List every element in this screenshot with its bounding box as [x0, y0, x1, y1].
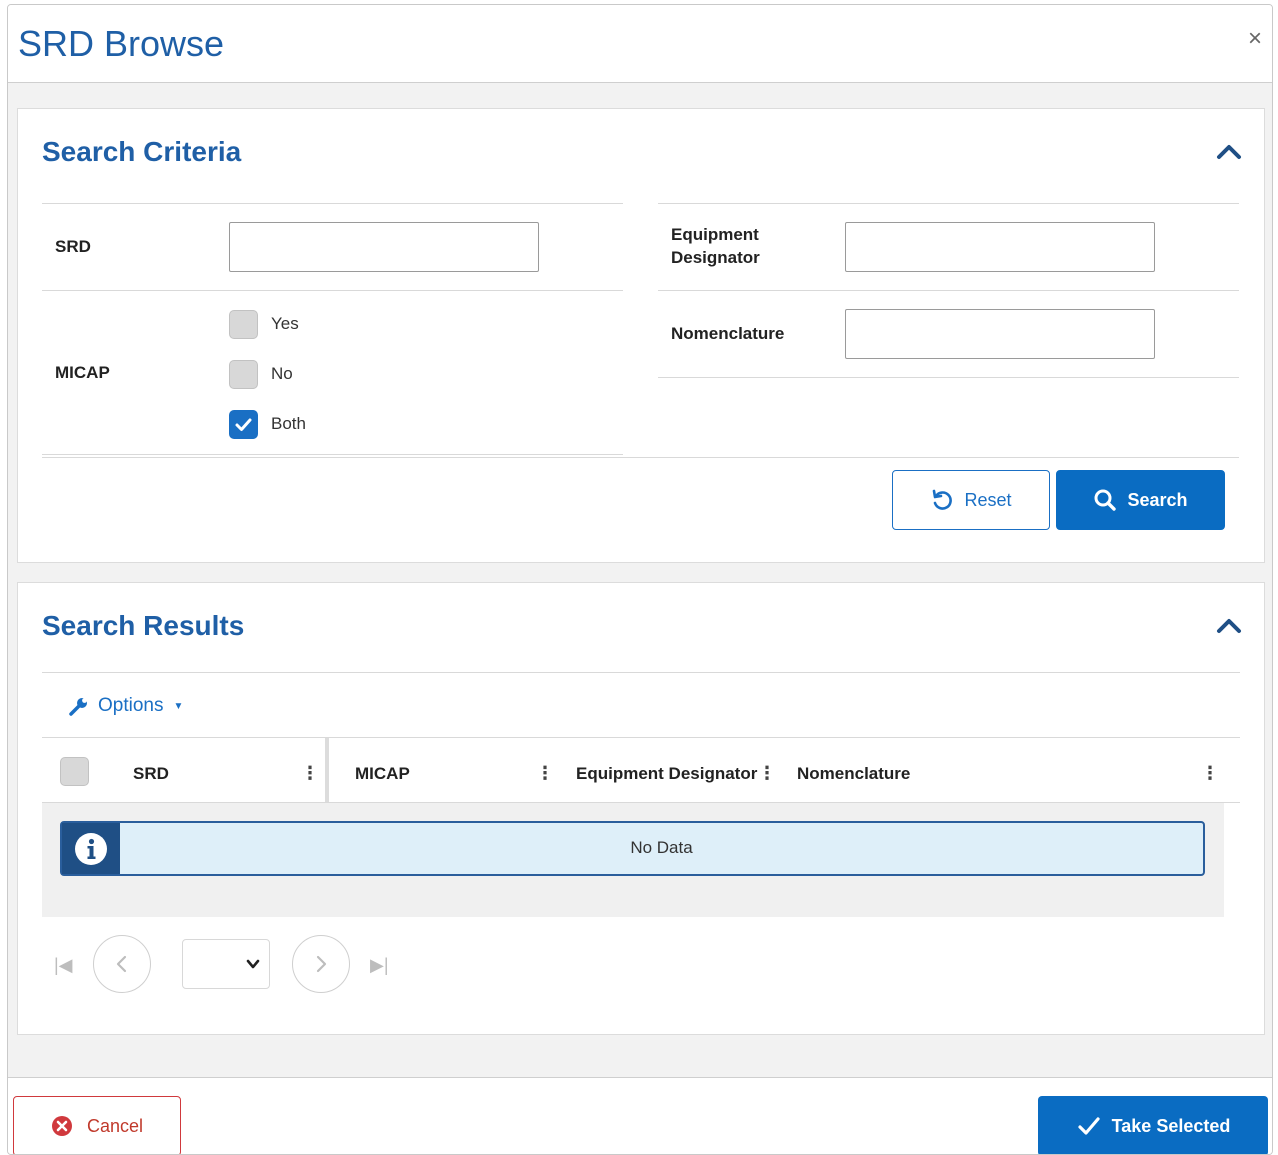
take-selected-button[interactable]: Take Selected — [1038, 1096, 1268, 1154]
no-data-message: No Data — [60, 821, 1205, 876]
wrench-icon — [69, 698, 87, 716]
chevron-down-icon — [246, 959, 260, 969]
micap-column-menu-icon[interactable]: ⋮ — [536, 763, 554, 784]
equipment-designator-input[interactable] — [845, 222, 1155, 272]
search-button[interactable]: Search — [1056, 470, 1225, 530]
chevron-up-icon — [1217, 145, 1241, 159]
nomenclature-input[interactable] — [845, 309, 1155, 359]
info-icon — [62, 823, 120, 874]
cancel-button[interactable]: Cancel — [13, 1096, 181, 1154]
srd-column-menu-icon[interactable]: ⋮ — [301, 763, 319, 784]
collapse-search-results-button[interactable] — [1214, 611, 1244, 641]
modal-title: SRD Browse — [18, 23, 225, 64]
close-button[interactable]: × — [1248, 27, 1262, 51]
search-icon — [1094, 489, 1117, 511]
reset-label: Reset — [964, 489, 1012, 510]
undo-icon — [933, 489, 953, 510]
column-header-srd[interactable]: SRD — [133, 764, 169, 784]
nomenclature-label: Nomenclature — [671, 324, 785, 343]
page-select[interactable] — [182, 939, 270, 989]
search-results-panel: Search Results Options ▼ SRD ⋮ MICAP ⋮ E… — [17, 582, 1265, 1035]
results-table-header: SRD ⋮ MICAP ⋮ Equipment Designator ⋮ Nom… — [42, 738, 1240, 802]
column-header-nomenclature[interactable]: Nomenclature — [797, 764, 910, 784]
column-header-micap[interactable]: MICAP — [355, 764, 410, 784]
checkmark-icon — [1078, 1117, 1100, 1135]
chevron-right-icon — [316, 955, 327, 973]
micap-label: MICAP — [55, 363, 110, 382]
caret-down-icon: ▼ — [173, 700, 184, 712]
chevron-left-icon — [116, 955, 127, 973]
search-criteria-title: Search Criteria — [42, 136, 242, 167]
options-label: Options — [98, 695, 164, 716]
check-icon — [235, 418, 252, 431]
collapse-search-criteria-button[interactable] — [1214, 137, 1244, 167]
previous-page-button[interactable] — [93, 935, 151, 993]
modal-header: SRD Browse × — [8, 5, 1272, 83]
cancel-circle-icon — [51, 1116, 72, 1136]
chevron-up-icon — [1217, 619, 1241, 633]
micap-no-checkbox[interactable] — [229, 360, 258, 389]
modal-footer: Cancel Take Selected — [8, 1078, 1272, 1154]
equipment-designator-label-line1: Equipment — [671, 225, 759, 244]
column-header-equipment-designator[interactable]: Equipment Designator — [576, 764, 757, 784]
srd-input[interactable] — [229, 222, 539, 272]
equipment-designator-label: Equipment Designator — [671, 223, 760, 269]
select-all-checkbox[interactable] — [60, 757, 89, 786]
next-page-button[interactable] — [292, 935, 350, 993]
last-page-button[interactable]: ▶| — [370, 955, 389, 976]
micap-yes-checkbox[interactable] — [229, 310, 258, 339]
micap-yes-label: Yes — [271, 314, 299, 333]
cancel-label: Cancel — [86, 1115, 144, 1136]
equipment-designator-label-line2: Designator — [671, 248, 760, 267]
column-divider — [325, 738, 329, 802]
srd-browse-modal: SRD Browse × Search Criteria SRD Equipme… — [7, 4, 1273, 1155]
take-selected-label: Take Selected — [1111, 1115, 1231, 1136]
no-data-text: No Data — [630, 838, 693, 857]
reset-button[interactable]: Reset — [892, 470, 1050, 530]
nomenclature-column-menu-icon[interactable]: ⋮ — [1201, 763, 1219, 784]
first-page-button[interactable]: |◀ — [54, 955, 73, 976]
srd-label: SRD — [55, 237, 91, 256]
micap-both-label: Both — [271, 414, 306, 433]
equipment-designator-column-menu-icon[interactable]: ⋮ — [758, 763, 776, 784]
search-criteria-panel: Search Criteria SRD Equipment Designator… — [17, 108, 1265, 563]
search-label: Search — [1127, 489, 1188, 510]
micap-no-label: No — [271, 364, 293, 383]
options-menu-button[interactable]: Options ▼ — [68, 695, 183, 717]
micap-both-checkbox[interactable] — [229, 410, 258, 439]
search-results-title: Search Results — [42, 610, 245, 641]
